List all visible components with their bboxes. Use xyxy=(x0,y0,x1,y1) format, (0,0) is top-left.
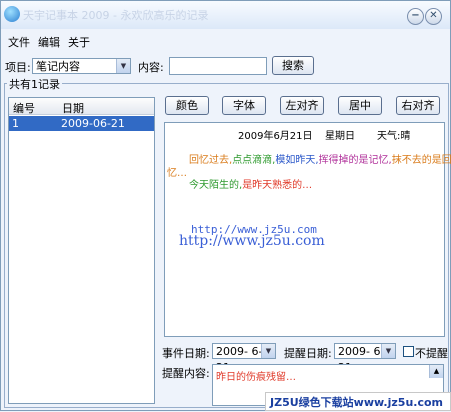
remind-content-label: 提醒内容: xyxy=(162,367,210,380)
editor-weekday: 星期日 xyxy=(325,131,355,142)
align-left-button[interactable]: 左对齐 xyxy=(280,96,324,115)
minimize-button[interactable]: − xyxy=(407,8,424,25)
editor-line-1: 回忆过去,点点滴滴,模如昨天,挥得掉的是记忆,抹不去的是回 xyxy=(189,151,451,166)
app-window: 天宇记事本 2009 - 永欢欣高乐的记录 − ✕ 文件 编辑 关于 项目: 笔… xyxy=(0,0,451,411)
title-bar: 天宇记事本 2009 - 永欢欣高乐的记录 − ✕ xyxy=(1,1,450,29)
menu-edit[interactable]: 编辑 xyxy=(38,34,60,50)
chevron-down-icon[interactable]: ▼ xyxy=(381,344,395,358)
site-watermark: JZ5U绿色下载站www.jz5u.com xyxy=(265,392,451,411)
editor-line-2: 忆… xyxy=(167,168,187,179)
list-header: 编号 日期 xyxy=(9,98,154,115)
no-remind-label: 不提醒 xyxy=(415,347,448,360)
record-list[interactable]: 编号 日期 1 2009-06-21 xyxy=(8,97,155,404)
menu-file[interactable]: 文件 xyxy=(8,34,30,50)
content-search-input[interactable] xyxy=(169,57,267,75)
chevron-down-icon[interactable]: ▼ xyxy=(261,344,275,358)
no-remind-checkbox[interactable] xyxy=(403,346,414,357)
editor-date: 2009年6月21日 xyxy=(238,131,313,142)
column-header-id[interactable]: 编号 xyxy=(13,100,35,116)
watermark-text: JZ5U绿色下载站www.jz5u.com xyxy=(270,396,443,409)
close-button[interactable]: ✕ xyxy=(425,8,442,25)
app-icon xyxy=(4,6,20,22)
editor-weather: 天气:晴 xyxy=(377,131,411,142)
window-title: 天宇记事本 2009 - 永欢欣高乐的记录 xyxy=(23,9,209,22)
content-label: 内容: xyxy=(138,61,164,74)
project-select-value: 笔记内容 xyxy=(36,60,80,73)
records-count: 共有1记录 xyxy=(7,76,62,92)
row-id: 1 xyxy=(12,117,19,130)
menu-about[interactable]: 关于 xyxy=(68,34,90,50)
url-link-large[interactable]: http://www.jz5u.com xyxy=(179,233,325,249)
align-right-button[interactable]: 右对齐 xyxy=(396,96,440,115)
search-toolbar: 项目: 笔记内容 ▼ 内容: 搜索 xyxy=(1,53,450,77)
scroll-up-icon[interactable]: ▲ xyxy=(429,365,443,378)
project-select[interactable]: 笔记内容 ▼ xyxy=(32,58,131,74)
event-date-picker[interactable]: 2009- 6-21 ▼ xyxy=(212,343,276,374)
color-button[interactable]: 颜色 xyxy=(165,96,209,115)
remind-date-label: 提醒日期: xyxy=(284,347,332,360)
close-icon: ✕ xyxy=(429,10,438,21)
column-header-date[interactable]: 日期 xyxy=(62,100,84,116)
row-date: 2009-06-21 xyxy=(61,117,125,130)
text-segment: 是昨天熟悉的… xyxy=(242,180,313,191)
search-button[interactable]: 搜索 xyxy=(272,56,314,75)
text-segment: 模如昨天, xyxy=(275,155,319,166)
note-editor[interactable]: 2009年6月21日 星期日 天气:晴 回忆过去,点点滴滴,模如昨天,挥得掉的是… xyxy=(164,122,451,337)
text-segment: 回忆过去, xyxy=(189,155,233,166)
event-date-label: 事件日期: xyxy=(162,347,210,360)
text-segment: 点点滴滴, xyxy=(232,155,276,166)
text-segment: 今天陌生的, xyxy=(189,180,243,191)
table-row[interactable]: 1 2009-06-21 xyxy=(9,116,154,131)
project-label: 项目: xyxy=(5,61,31,74)
font-button[interactable]: 字体 xyxy=(222,96,266,115)
remind-date-picker[interactable]: 2009- 6-21 ▼ xyxy=(334,343,396,374)
align-center-button[interactable]: 居中 xyxy=(338,96,382,115)
minimize-icon: − xyxy=(411,10,420,21)
chevron-down-icon[interactable]: ▼ xyxy=(116,59,130,73)
menu-bar: 文件 编辑 关于 xyxy=(1,31,450,49)
text-segment: 抹不去的是回 xyxy=(391,155,451,166)
editor-line-3: 今天陌生的,是昨天熟悉的… xyxy=(189,176,312,191)
remind-content-value: 昨日的伤痕残留… xyxy=(216,372,296,383)
text-segment: 挥得掉的是记忆, xyxy=(318,155,392,166)
